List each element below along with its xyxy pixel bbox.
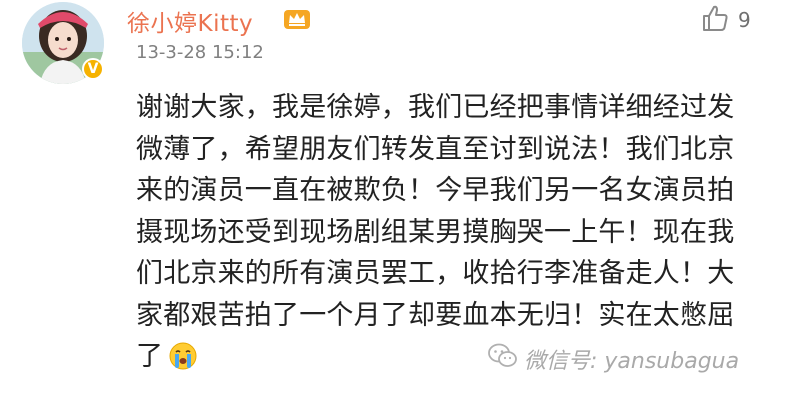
post-text-line: 们北京来的所有演员罢工，收拾行李准备走人！大 xyxy=(136,258,735,289)
wechat-logo-icon xyxy=(488,343,518,375)
crown-member-icon[interactable] xyxy=(283,7,311,31)
watermark-text: 微信号: yansubagua xyxy=(524,349,740,374)
post-text-line: 摄现场还受到现场剧组某男摸胸哭一上午！现在我 xyxy=(136,216,735,248)
post-timestamp[interactable]: 13-3-28 15:12 xyxy=(136,42,264,63)
post-text-line: 微薄了，希望朋友们转发直至讨到说法！我们北京 xyxy=(136,133,735,165)
thumbs-up-icon xyxy=(700,3,730,37)
verified-v-icon: V xyxy=(82,58,104,80)
post-text-line: 谢谢大家，我是徐婷，我们已经把事情详细经过发 xyxy=(136,92,735,123)
post-text-last-words: 了 xyxy=(136,341,164,372)
post-text-line: 家都艰苦拍了一个月了却要血本无归！实在太憋屈 xyxy=(136,299,735,331)
crying-face-emoji xyxy=(169,341,197,369)
wechat-watermark: 微信号: yansubagua xyxy=(488,343,739,375)
like-button[interactable]: 9 xyxy=(700,3,751,37)
like-count: 9 xyxy=(738,8,751,32)
post-body-text: 谢谢大家，我是徐婷，我们已经把事情详细经过发 微薄了，希望朋友们转发直至讨到说法… xyxy=(136,87,781,378)
weibo-post: V 徐小婷Kitty 13-3-28 15:12 9 谢谢大家，我是徐婷，我们已… xyxy=(0,0,800,400)
post-text-line: 来的演员一直在被欺负！今早我们另一名女演员拍 xyxy=(136,175,735,206)
user-name[interactable]: 徐小婷Kitty xyxy=(127,4,253,38)
